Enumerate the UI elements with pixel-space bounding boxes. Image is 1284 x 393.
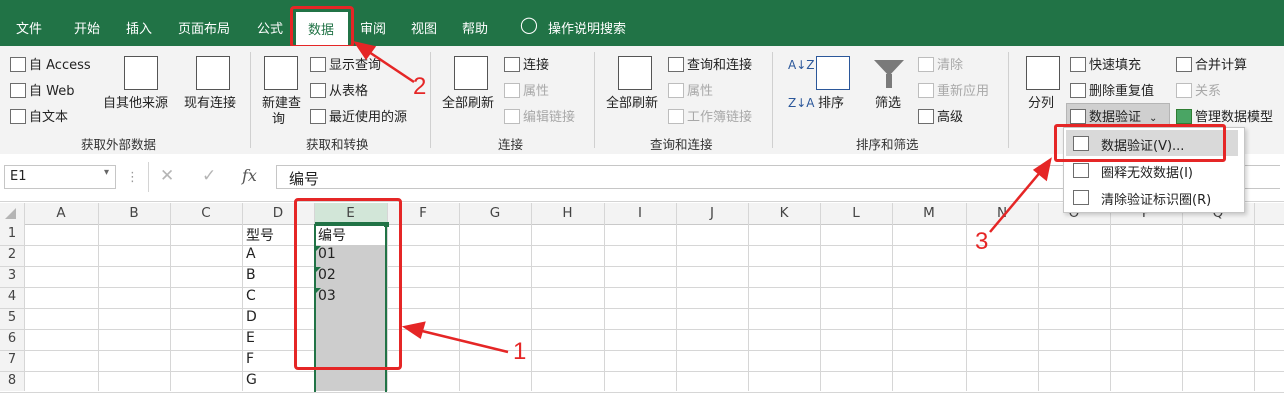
arrow-2-head [353, 41, 377, 61]
arrow-2-line [365, 48, 415, 84]
arrow-3-line [989, 169, 1043, 233]
callout-number-1: 1 [513, 338, 527, 365]
callout-number-2: 2 [413, 73, 427, 100]
annotation-arrows [353, 41, 1052, 354]
arrow-1-line [417, 328, 509, 354]
arrow-1-head [401, 321, 426, 339]
callout-number-3: 3 [975, 228, 989, 255]
